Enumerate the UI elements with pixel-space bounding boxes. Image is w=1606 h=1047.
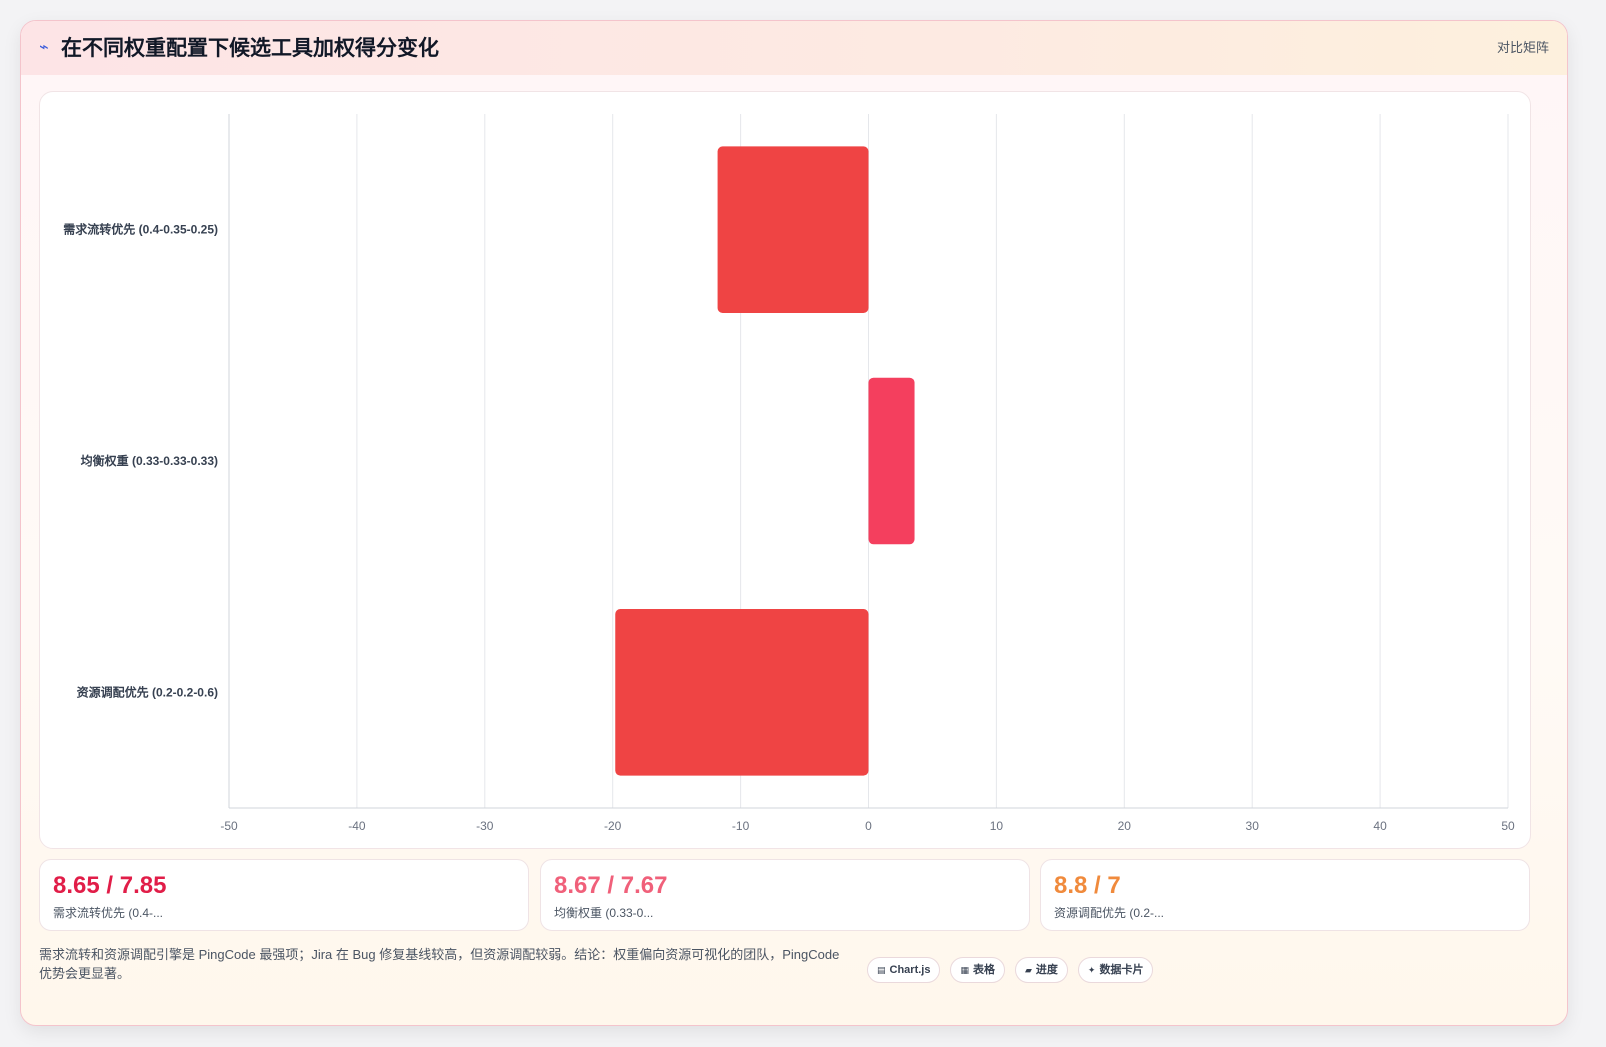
stat-label: 均衡权重 (0.33-0... bbox=[554, 906, 654, 920]
y-category-label: 需求流转优先 (0.4-0.35-0.25) bbox=[63, 222, 218, 237]
stat-value: 8.67 / 7.67 bbox=[554, 872, 668, 899]
bar bbox=[868, 377, 915, 545]
stat-value: 8.8 / 7 bbox=[1054, 872, 1121, 899]
stat-value: 8.65 / 7.85 bbox=[53, 872, 167, 899]
chip-data-card[interactable]: ✦ 数据卡片 bbox=[1077, 957, 1154, 983]
progress-icon: ▰ bbox=[1025, 965, 1032, 975]
chart-icon: ▤ bbox=[877, 965, 886, 975]
x-tick-label: -20 bbox=[604, 819, 622, 833]
chip-table[interactable]: ▦ 表格 bbox=[950, 957, 1005, 983]
stat-card-balanced: 8.67 / 7.67 均衡权重 (0.33-0... bbox=[540, 859, 1030, 931]
bar bbox=[615, 609, 869, 776]
x-tick-label: -10 bbox=[732, 819, 750, 833]
stat-card-resource: 8.8 / 7 资源调配优先 (0.2-... bbox=[1040, 859, 1530, 931]
chart-card: ⌁ 在不同权重配置下候选工具加权得分变化 对比矩阵 -50 -40 -30 -20 -1… bbox=[20, 20, 1568, 1026]
y-category-label: 均衡权重 (0.33-0.33-0.33) bbox=[81, 453, 218, 468]
chip-label: Chart.js bbox=[889, 964, 931, 976]
stat-label: 需求流转优先 (0.4-... bbox=[53, 906, 164, 920]
chip-label: 表格 bbox=[973, 964, 995, 976]
chip-label: 进度 bbox=[1035, 964, 1058, 976]
bar-chart: -50 -40 -30 -20 -10 0 10 20 30 40 50 需求流转优先 (0.4-0.… bbox=[63, 114, 1515, 833]
x-tick-label: 0 bbox=[865, 819, 872, 833]
x-tick-label: 20 bbox=[1118, 819, 1132, 833]
chip-chartjs[interactable]: ▤ Chart.js bbox=[867, 957, 941, 983]
lightning-icon: ⌁ bbox=[39, 39, 49, 56]
x-tick-label: 30 bbox=[1246, 819, 1260, 833]
chip-row: ▤ Chart.js ▦ 表格 ▰ 进度 ✦ 数据卡片 bbox=[867, 957, 1154, 983]
chart-panel: -50 -40 -30 -20 -10 0 10 20 30 40 50 需求流转优先 (0.4-0.… bbox=[39, 91, 1531, 849]
x-tick-label: 50 bbox=[1501, 819, 1515, 833]
stat-label: 资源调配优先 (0.2-... bbox=[1054, 906, 1165, 920]
x-tick-label: -30 bbox=[476, 819, 494, 833]
card-header: ⌁ 在不同权重配置下候选工具加权得分变化 对比矩阵 bbox=[21, 21, 1567, 75]
y-category-label: 资源调配优先 (0.2-0.2-0.6) bbox=[77, 684, 218, 699]
chip-label: 数据卡片 bbox=[1099, 964, 1144, 976]
x-tick-label: 10 bbox=[990, 819, 1004, 833]
card-title: 在不同权重配置下候选工具加权得分变化 bbox=[61, 37, 439, 60]
matrix-tag[interactable]: 对比矩阵 bbox=[1497, 39, 1549, 57]
stat-card-demand: 8.65 / 7.85 需求流转优先 (0.4-... bbox=[39, 859, 529, 931]
bar bbox=[717, 146, 869, 313]
data-card-icon: ✦ bbox=[1087, 965, 1096, 975]
chip-progress[interactable]: ▰ 进度 bbox=[1015, 957, 1068, 983]
x-tick-label: 40 bbox=[1373, 819, 1387, 833]
x-tick-label: -50 bbox=[220, 819, 238, 833]
x-tick-label: -40 bbox=[348, 819, 366, 833]
summary-text: 需求流转和资源调配引擎是 PingCode 最强项；Jira 在 Bug 修复基… bbox=[39, 947, 840, 981]
table-icon: ▦ bbox=[960, 965, 969, 975]
